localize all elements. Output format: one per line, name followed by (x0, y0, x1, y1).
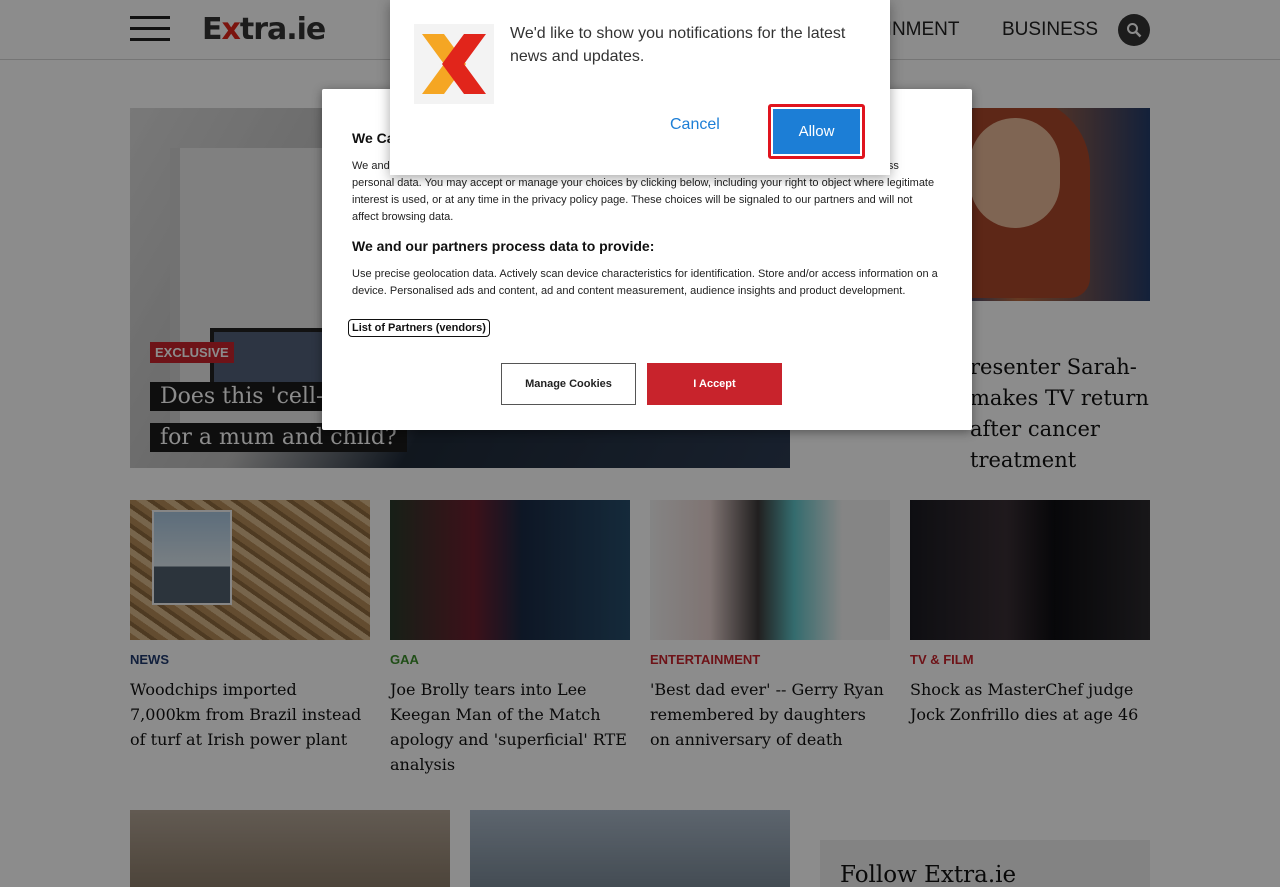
push-allow-button[interactable]: Allow (768, 104, 865, 159)
extra-logo-icon (414, 24, 494, 104)
partners-list-button[interactable]: List of Partners (vendors) (348, 319, 490, 337)
push-cancel-button[interactable]: Cancel (670, 116, 720, 134)
cookie-heading: We Ca (352, 130, 395, 146)
cookie-subheading: We and our partners process data to prov… (352, 238, 655, 254)
push-message: We'd like to show you notifications for … (510, 25, 846, 65)
accept-cookies-button[interactable]: I Accept (647, 363, 782, 405)
push-allow-label: Allow (773, 109, 860, 154)
push-notification-prompt: We'd like to show you notifications for … (390, 0, 890, 175)
manage-cookies-button[interactable]: Manage Cookies (501, 363, 636, 405)
cookie-purposes: Use precise geolocation data. Actively s… (352, 268, 938, 297)
